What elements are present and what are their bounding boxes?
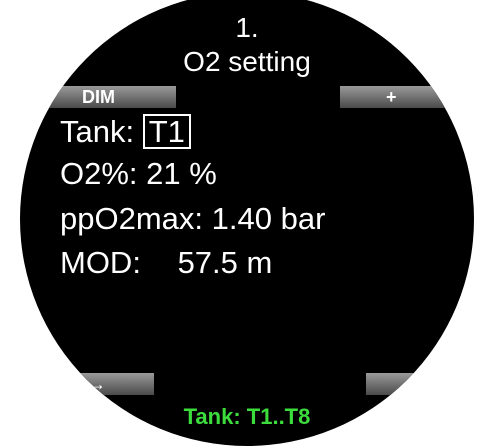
o2-value: 21 % <box>146 156 217 191</box>
next-softkey[interactable]: → <box>20 373 154 395</box>
tank-value-selected[interactable]: T1 <box>142 114 191 149</box>
dive-computer-screen: 1. O2 setting DIM + Tank: T1 O2%: 21 % p… <box>20 0 474 446</box>
decrement-softkey[interactable]: − <box>366 373 474 395</box>
mod-label: MOD: <box>60 245 141 280</box>
menu-number: 1. <box>235 12 259 43</box>
menu-title: O2 setting <box>183 46 311 77</box>
arrow-right-icon: → <box>88 374 106 394</box>
tank-label: Tank: <box>60 114 135 149</box>
increment-softkey[interactable]: + <box>340 86 474 108</box>
minus-icon: − <box>406 374 417 394</box>
mod-value: 57.5 m <box>177 245 273 280</box>
dim-softkey[interactable]: DIM <box>20 86 176 108</box>
range-hint: Tank: T1..T8 <box>183 404 311 429</box>
o2-row: O2%: 21 % <box>60 158 217 189</box>
o2-label: O2%: <box>60 156 138 191</box>
mod-row: MOD: 57.5 m <box>60 247 272 278</box>
dim-softkey-label: DIM <box>82 87 115 107</box>
ppo2max-row: ppO2max: 1.40 bar <box>60 203 325 234</box>
ppo2max-label: ppO2max: <box>60 201 204 236</box>
plus-icon: + <box>386 87 397 107</box>
tank-row: Tank: T1 <box>60 114 191 149</box>
ppo2max-value: 1.40 bar <box>211 201 326 236</box>
